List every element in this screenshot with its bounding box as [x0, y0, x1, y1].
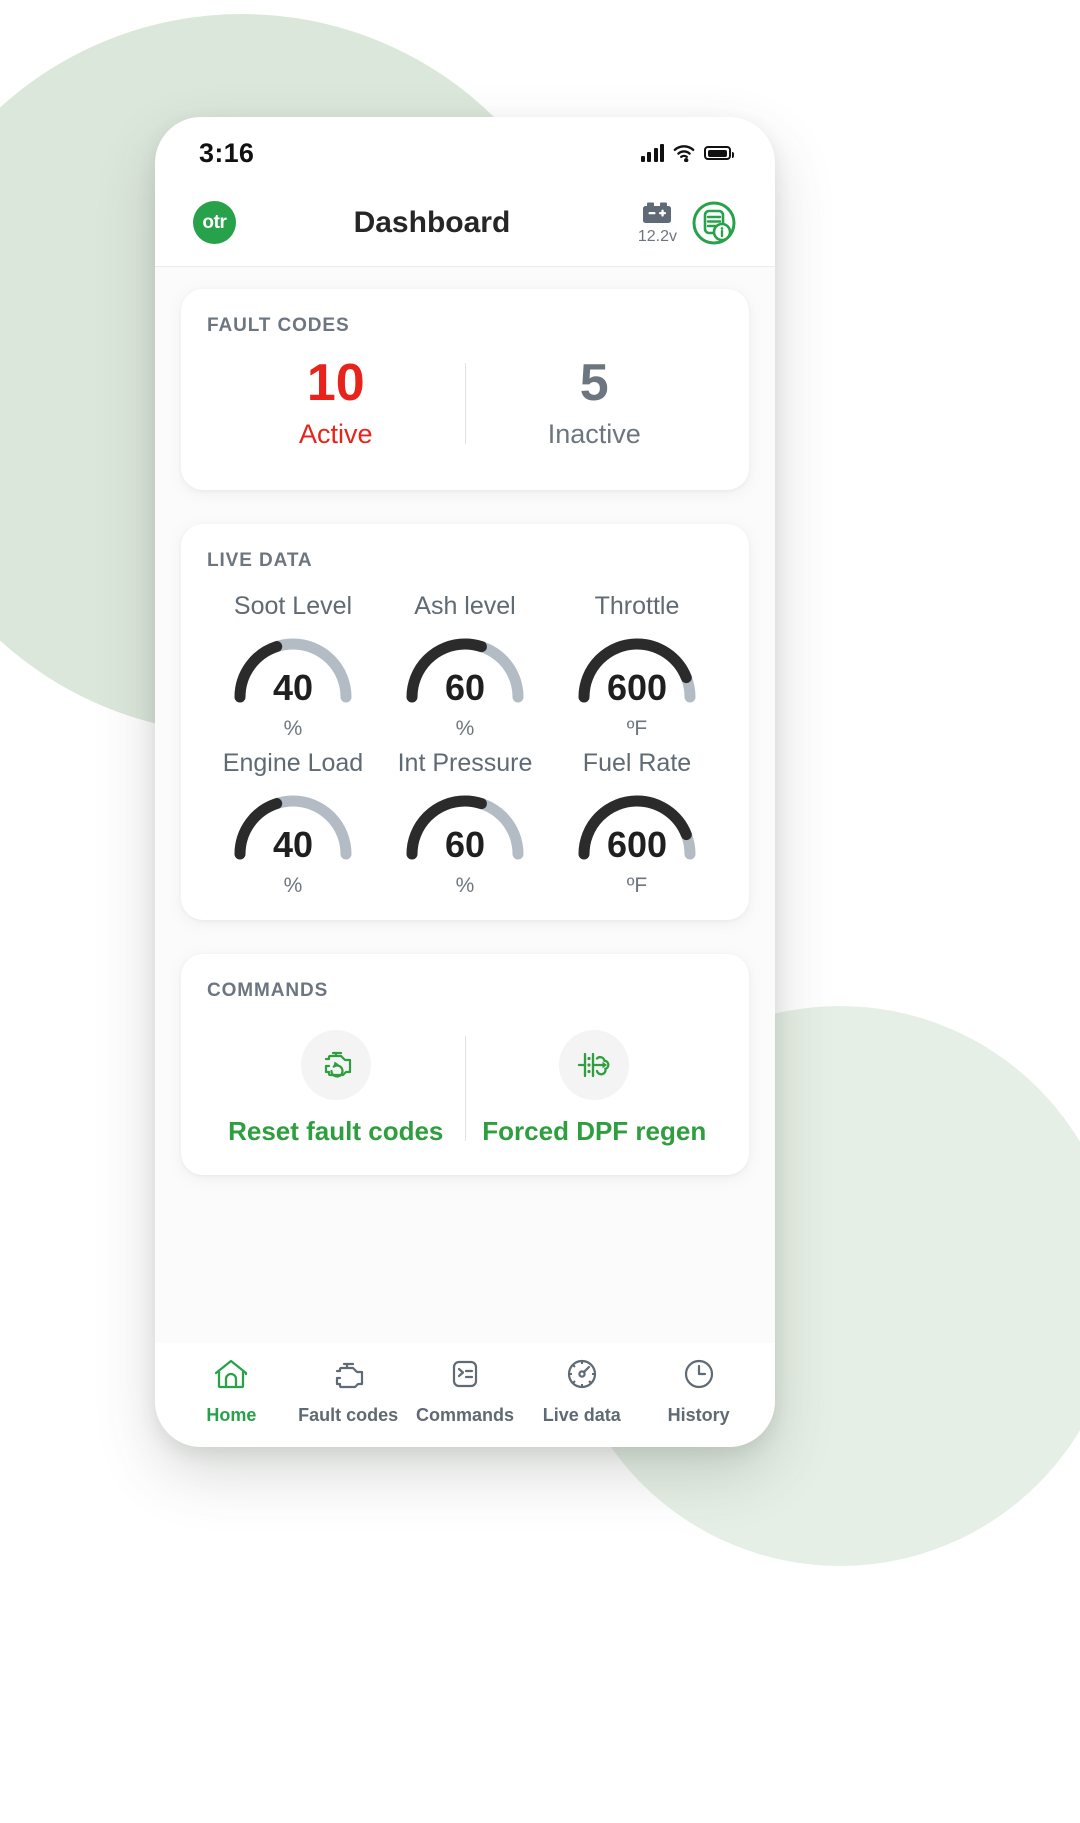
gauge-throttle[interactable]: Throttle 600 ºF [551, 592, 723, 741]
commands-title: COMMANDS [207, 980, 329, 1001]
tab-label: Home [206, 1404, 257, 1425]
command-forced-dpf-regen[interactable]: Forced DPF regen [466, 1030, 724, 1147]
battery-voltage-widget[interactable]: 12.2v [638, 200, 677, 246]
signal-icon [640, 144, 664, 162]
engine-icon [328, 1355, 368, 1398]
battery-voltage-label: 12.2v [637, 227, 677, 245]
gauge-arc: 60 [390, 625, 540, 711]
engine-reset-icon-wrap [300, 1030, 371, 1100]
dpf-status-icon [692, 201, 736, 244]
gauge-arc: 600 [562, 625, 712, 711]
tab-home[interactable]: Home [173, 1355, 290, 1426]
tab-label: Fault codes [298, 1404, 399, 1425]
tab-history[interactable]: History [640, 1355, 757, 1426]
tab-label: History [667, 1404, 730, 1425]
live-data-card[interactable]: LIVE DATA Soot Level 40% Ash level 60% Thr… [181, 524, 749, 920]
clock-icon [679, 1355, 719, 1398]
gauge-value: 600 [606, 824, 668, 865]
gauge-arc: 40 [218, 782, 368, 868]
gauge-grid: Soot Level 40% Ash level 60% Throttle 600 º… [207, 578, 723, 898]
fault-inactive-label: Inactive [547, 419, 641, 449]
battery-icon [704, 146, 734, 160]
gauge-int-pressure[interactable]: Int Pressure 60% [379, 749, 551, 898]
commands-row: Reset fault codes Forced DPF regen [207, 1008, 723, 1153]
phone-mockup: 3:16 otr Dashboard 12.2v FAULT CODES 10 … [155, 117, 775, 1447]
page-title: Dashboard [353, 205, 511, 239]
header-actions: 12.2v [638, 200, 737, 246]
fault-codes-row: 10 Active 5 Inactive [207, 343, 723, 468]
gauge-unit: % [283, 717, 303, 740]
app-header: otr Dashboard 12.2v [155, 179, 775, 267]
fault-active-count: 10 [306, 354, 365, 412]
gauge-label: Int Pressure [397, 749, 533, 777]
gauge-unit: ºF [626, 874, 648, 897]
screenshot-stage: 3:16 otr Dashboard 12.2v FAULT CODES 10 … [0, 0, 1080, 1823]
wifi-icon [673, 144, 695, 162]
gauge-engine-load[interactable]: Engine Load 40% [207, 749, 379, 898]
tab-label: Commands [415, 1404, 514, 1425]
fault-active-cell[interactable]: 10 Active [207, 357, 465, 450]
commands-card[interactable]: COMMANDS Reset fault codes Forced DPF re… [181, 954, 749, 1175]
car-battery-icon [643, 202, 672, 223]
command-label: Forced DPF regen [482, 1116, 707, 1146]
home-icon [211, 1355, 251, 1398]
tab-fault-codes[interactable]: Fault codes [290, 1355, 407, 1426]
fault-inactive-count: 5 [579, 354, 609, 412]
dashboard-body: FAULT CODES 10 Active 5 Inactive LIVE DA… [155, 267, 775, 1343]
gauge-arc: 40 [218, 625, 368, 711]
gauge-value: 40 [272, 824, 314, 865]
gauge-unit: % [455, 874, 475, 897]
gauge-label: Soot Level [233, 592, 353, 620]
gauge-value: 600 [606, 667, 668, 708]
gauge-label: Engine Load [222, 749, 364, 777]
status-icons [640, 144, 734, 162]
bottom-tab-bar: Home Fault codes Commands Live data History [155, 1343, 775, 1447]
gauge-label: Fuel Rate [582, 749, 692, 777]
gauge-value: 40 [272, 667, 314, 708]
terminal-icon [445, 1355, 485, 1398]
command-label: Reset fault codes [228, 1116, 444, 1146]
gauge-soot-level[interactable]: Soot Level 40% [207, 592, 379, 741]
fault-active-label: Active [298, 419, 373, 449]
dpf-regen-icon-wrap [559, 1030, 630, 1100]
engine-reset-icon [324, 1051, 351, 1078]
live-data-title: LIVE DATA [207, 550, 313, 571]
dpf-regen-icon [578, 1052, 610, 1078]
gauge-unit: % [455, 717, 475, 740]
gauge-unit: % [283, 874, 303, 897]
gauge-label: Ash level [414, 592, 516, 620]
gauge-value: 60 [444, 667, 486, 708]
gauge-unit: ºF [626, 717, 648, 740]
tab-label: Live data [542, 1404, 621, 1425]
gauge-arc: 600 [562, 782, 712, 868]
gauge-arc: 60 [390, 782, 540, 868]
gauge-value: 60 [444, 824, 486, 865]
status-time: 3:16 [199, 137, 255, 168]
fault-codes-title: FAULT CODES [207, 315, 350, 336]
fault-inactive-cell[interactable]: 5 Inactive [466, 357, 724, 450]
command-reset-fault-codes[interactable]: Reset fault codes [207, 1030, 465, 1147]
speedometer-icon [562, 1355, 602, 1398]
gauge-fuel-rate[interactable]: Fuel Rate 600 ºF [551, 749, 723, 898]
gauge-ash-level[interactable]: Ash level 60% [379, 592, 551, 741]
status-bar: 3:16 [155, 117, 775, 179]
tab-live-data[interactable]: Live data [523, 1355, 640, 1426]
tab-commands[interactable]: Commands [407, 1355, 524, 1426]
fault-codes-card[interactable]: FAULT CODES 10 Active 5 Inactive [181, 289, 749, 490]
gauge-label: Throttle [594, 592, 680, 620]
dpf-status-button[interactable] [691, 200, 737, 246]
